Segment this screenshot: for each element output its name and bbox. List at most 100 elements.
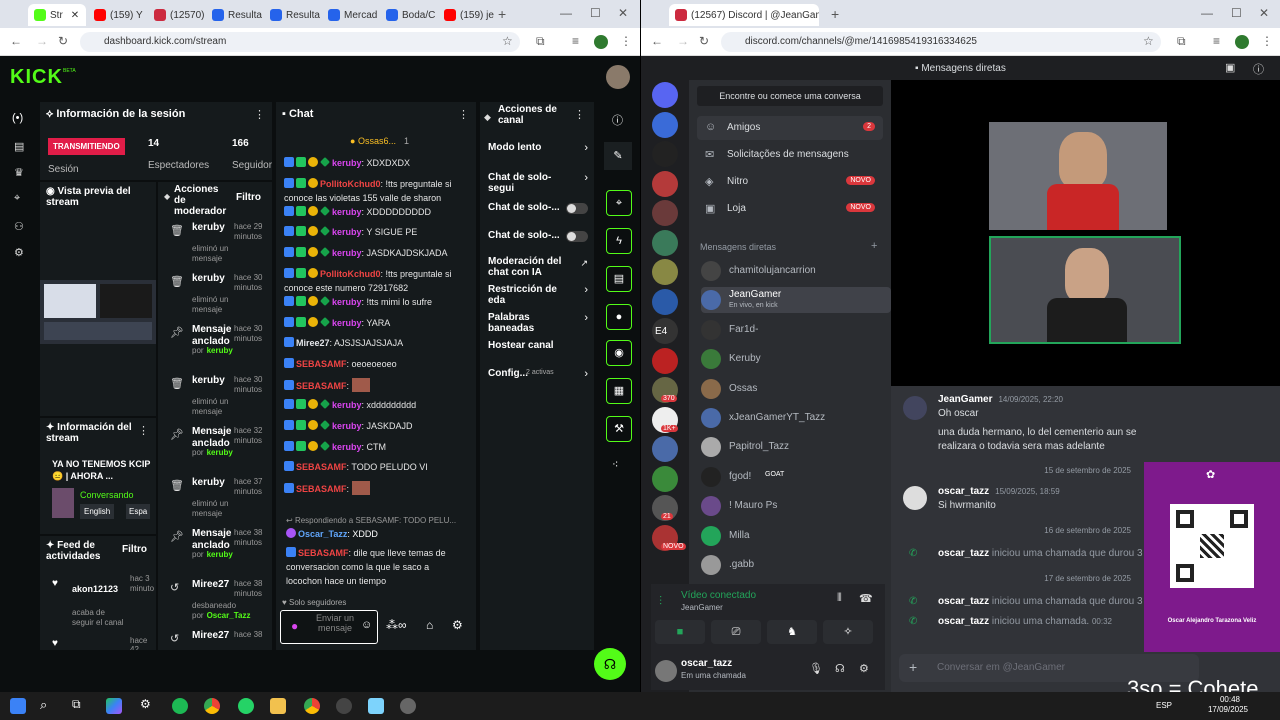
chrome-icon[interactable] xyxy=(204,698,220,714)
dm-item[interactable]: Papitrol_Tazz xyxy=(701,434,891,460)
find-conversation-input[interactable]: Encontre ou comece uma conversa xyxy=(697,86,883,106)
mod-action-by[interactable]: keruby xyxy=(207,550,233,559)
back-icon[interactable]: ← xyxy=(10,34,22,48)
profile-avatar[interactable] xyxy=(1235,35,1249,49)
avatar[interactable] xyxy=(701,555,721,575)
video-camera-button[interactable]: ■ xyxy=(655,620,705,644)
tab-boda[interactable]: Boda/C xyxy=(380,4,438,26)
session-menu-icon[interactable]: ⋮ xyxy=(254,108,265,121)
mod-action-name[interactable]: Mensaje anclado xyxy=(192,324,232,348)
help-icon[interactable]: ⓘ xyxy=(1253,61,1264,77)
copilot-icon[interactable] xyxy=(106,698,122,714)
channel-action-item[interactable]: Restricción de eda › xyxy=(480,284,594,308)
tag-english[interactable]: English xyxy=(80,504,115,519)
wrench-icon[interactable]: ⚒ xyxy=(606,416,632,442)
chat-username[interactable]: Miree27 xyxy=(296,338,330,348)
dm-item[interactable]: fgod! GOAT xyxy=(701,464,891,490)
back-icon[interactable]: ← xyxy=(651,34,663,48)
mod-action-name[interactable]: keruby xyxy=(192,477,232,489)
task-view-icon[interactable]: ⧉ xyxy=(72,697,81,712)
mod-filter-button[interactable]: Filtro xyxy=(236,192,261,203)
tab-result-1[interactable]: Resulta xyxy=(206,4,264,26)
chat-username[interactable]: keruby xyxy=(332,318,362,328)
settings-icon[interactable]: ⚙ xyxy=(140,697,151,711)
chat-username[interactable]: keruby xyxy=(332,248,362,258)
chevron-right-icon[interactable]: › xyxy=(584,368,588,380)
toggle-switch[interactable] xyxy=(566,231,588,242)
clock-time[interactable]: 00:48 xyxy=(1210,695,1250,704)
tab-result-2[interactable]: Resulta xyxy=(264,4,322,26)
dm-nav-3[interactable]: ▣ Loja NOVO xyxy=(697,197,883,221)
app-icon[interactable] xyxy=(400,698,416,714)
gift-link-icon[interactable]: ⁂∞ xyxy=(386,618,407,632)
maximize-icon[interactable]: ☐ xyxy=(1231,6,1242,20)
attach-plus-icon[interactable]: + xyxy=(909,659,917,675)
avatar[interactable] xyxy=(701,496,721,517)
headphones-icon[interactable]: ☊ xyxy=(835,662,845,675)
search-icon[interactable]: ⌕ xyxy=(40,697,47,713)
channel-actions-menu-icon[interactable]: ⋮ xyxy=(574,108,585,121)
inbox-icon[interactable]: ▣ xyxy=(1225,61,1235,74)
tab-kick[interactable]: Str ✕ xyxy=(28,4,86,26)
avatar[interactable] xyxy=(701,466,721,487)
video-tile-oscar[interactable] xyxy=(989,236,1181,344)
activity-filter-button[interactable]: Filtro xyxy=(122,544,147,555)
obs-icon[interactable] xyxy=(336,698,352,714)
maximize-icon[interactable]: ☐ xyxy=(590,6,601,20)
menu-kebab-icon[interactable]: ⋮ xyxy=(1261,34,1273,48)
chat-username[interactable]: keruby xyxy=(332,400,362,410)
channel-action-item[interactable]: Chat de solo-... xyxy=(480,230,594,254)
dm-item[interactable]: chamitolujancarrion xyxy=(701,258,891,284)
chat-username[interactable]: keruby xyxy=(332,207,362,217)
dm-nav-2[interactable]: ◈ Nitro NOVO xyxy=(697,170,883,194)
avatar[interactable] xyxy=(903,486,927,510)
chevron-right-icon[interactable]: › xyxy=(584,172,588,184)
mod-action-by[interactable]: keruby xyxy=(207,346,233,355)
support-headset-icon[interactable]: ☊ xyxy=(594,648,626,680)
channel-action-item[interactable]: Moderación del chat con IA ↗ xyxy=(480,256,594,280)
forward-icon[interactable]: → xyxy=(677,34,689,48)
channel-action-item[interactable]: Chat de solo-segui › xyxy=(480,172,594,196)
forward-icon[interactable]: → xyxy=(36,34,48,48)
chat-username[interactable]: SEBASAMF xyxy=(296,462,347,472)
profile-avatar[interactable] xyxy=(594,35,608,49)
language-indicator[interactable]: ESP xyxy=(1156,701,1172,710)
bookmark-star-icon[interactable]: ☆ xyxy=(502,34,513,48)
lightning-icon[interactable]: ϟ xyxy=(606,228,632,254)
minimize-icon[interactable]: — xyxy=(1201,6,1213,20)
user-settings-icon[interactable]: ⚙ xyxy=(859,662,869,675)
activity-user[interactable]: akon12123 xyxy=(72,584,118,594)
stream-info-menu-icon[interactable]: ⋮ xyxy=(138,424,149,437)
clock-date[interactable]: 17/09/2025 xyxy=(1200,705,1256,714)
tag-espanol[interactable]: Espa xyxy=(126,504,151,519)
document-icon[interactable]: ▤ xyxy=(606,266,632,292)
dm-item[interactable]: JeanGamer En vivo, en kick xyxy=(701,287,891,314)
server-icon[interactable] xyxy=(652,82,678,108)
start-windows-icon[interactable] xyxy=(10,698,26,714)
mod-action-name[interactable]: Mensaje anclado xyxy=(192,528,232,552)
address-input[interactable]: dashboard.kick.com/stream xyxy=(80,32,520,52)
store-icon[interactable]: ⌂ xyxy=(426,618,433,632)
avatar[interactable] xyxy=(701,437,721,458)
avatar[interactable] xyxy=(701,290,721,311)
reload-icon[interactable]: ↻ xyxy=(699,34,709,48)
avatar[interactable] xyxy=(701,408,721,428)
chat-username[interactable]: SEBASAMF xyxy=(296,381,347,391)
dm-item[interactable]: xJeanGamerYT_Tazz xyxy=(701,405,891,431)
avatar[interactable] xyxy=(903,396,927,420)
chevron-right-icon[interactable]: › xyxy=(584,312,588,324)
app-icon[interactable] xyxy=(368,698,384,714)
extensions-icon[interactable]: ⧉ xyxy=(1177,34,1186,49)
activity-game-button[interactable]: ♞ xyxy=(767,620,817,644)
server-icon[interactable] xyxy=(652,141,678,167)
category-name[interactable]: Conversando xyxy=(80,490,134,500)
user-avatar[interactable] xyxy=(655,660,677,682)
avatar[interactable] xyxy=(701,525,721,546)
chat-username[interactable]: keruby xyxy=(332,158,362,168)
dm-item[interactable]: ! Mauro Ps xyxy=(701,493,891,519)
avatar[interactable] xyxy=(701,261,721,281)
avatar[interactable] xyxy=(701,378,721,399)
tab-search-icon[interactable]: ≡ xyxy=(572,34,579,48)
server-icon[interactable] xyxy=(652,229,678,256)
bookmark-star-icon[interactable]: ☆ xyxy=(1143,34,1154,48)
